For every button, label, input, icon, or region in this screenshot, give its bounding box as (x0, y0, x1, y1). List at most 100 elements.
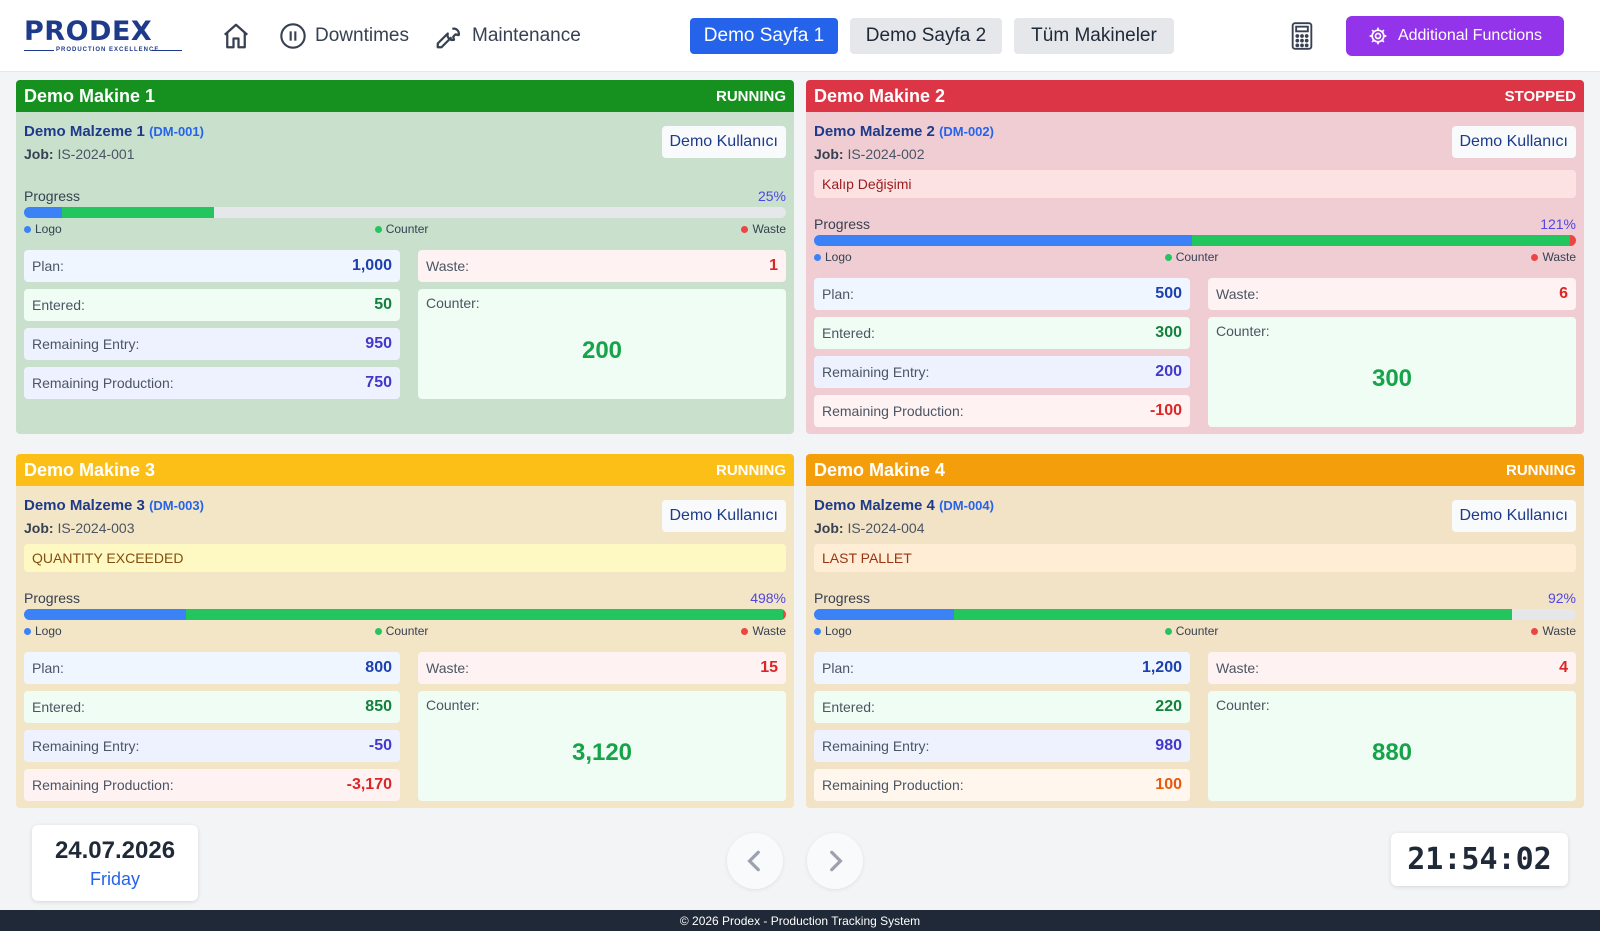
page-tab-2[interactable]: Demo Sayfa 2 (850, 18, 1002, 54)
remaining-entry-value: 200 (1155, 363, 1182, 380)
plan-value: 800 (365, 659, 392, 676)
legend-counter: Counter (374, 222, 428, 236)
machine-card[interactable]: Demo Makine 3 RUNNING Demo Malzeme 3 (DM… (16, 454, 794, 808)
waste-stat: Waste: 4 (1208, 652, 1576, 684)
job-line: Job: IS-2024-004 (814, 520, 925, 536)
current-weekday: Friday (89, 869, 140, 889)
machine-card[interactable]: Demo Makine 1 RUNNING Demo Malzeme 1 (DM… (16, 80, 794, 434)
remaining-entry-value: 980 (1155, 737, 1182, 754)
legend-counter: Counter (1164, 250, 1218, 264)
machine-alert: Kalıp Değişimi (814, 170, 1576, 198)
progress-section: Progress 25% Logo Counter Waste (24, 188, 786, 236)
progress-section: Progress 121% Logo Counter Waste (814, 216, 1576, 264)
top-navbar: PRODEX PRODUCTION EXCELLENCE Downtimes M… (0, 0, 1600, 72)
machine-header: Demo Makine 3 RUNNING (16, 454, 794, 486)
nav-maintenance-label: Maintenance (472, 25, 581, 46)
legend-counter: Counter (1164, 624, 1218, 638)
remaining-entry-stat: Remaining Entry: 980 (814, 730, 1190, 762)
operator-badge[interactable]: Demo Kullanıcı (1451, 126, 1576, 158)
legend-logo: Logo (24, 624, 62, 638)
plan-stat: Plan: 1,200 (814, 652, 1190, 684)
calculator-icon[interactable] (1290, 22, 1314, 50)
entered-stat: Entered: 220 (814, 691, 1190, 723)
machine-status: RUNNING (716, 87, 786, 105)
plan-value: 500 (1155, 285, 1182, 302)
operator-badge[interactable]: Demo Kullanıcı (661, 126, 786, 158)
machine-header: Demo Makine 2 STOPPED (806, 80, 1584, 112)
progress-percent: 92% (1547, 590, 1576, 606)
job-number: IS-2024-002 (847, 146, 925, 162)
additional-functions-button[interactable]: Additional Functions (1346, 16, 1564, 56)
logo-wordmark: PRODEX (24, 16, 153, 47)
waste-stat: Waste: 1 (418, 250, 786, 282)
waste-stat: Waste: 15 (418, 652, 786, 684)
machine-alert: QUANTITY EXCEEDED (24, 544, 786, 572)
machine-body: Demo Malzeme 2 (DM-002) Job: IS-2024-002… (814, 112, 1576, 434)
remaining-production-value: 100 (1155, 776, 1182, 793)
remaining-entry-stat: Remaining Entry: 950 (24, 328, 400, 360)
job-label: Job: (814, 146, 844, 162)
machine-name: Demo Makine 2 (814, 85, 946, 106)
remaining-entry-value: -50 (368, 737, 392, 754)
progress-counter-segment (1191, 235, 1570, 246)
progress-percent: 121% (1540, 216, 1576, 232)
remaining-production-value: 750 (365, 374, 392, 391)
waste-stat: Waste: 6 (1208, 278, 1576, 310)
entered-stat: Entered: 50 (24, 289, 400, 321)
progress-percent: 25% (757, 188, 786, 204)
material-title: Demo Malzeme 4 (DM-004) (814, 497, 994, 514)
machine-status: RUNNING (716, 461, 786, 479)
progress-label: Progress (814, 590, 871, 606)
page-tab-all-machines[interactable]: Tüm Makineler (1014, 18, 1174, 54)
operator-badge[interactable]: Demo Kullanıcı (1451, 500, 1576, 532)
machine-status: RUNNING (1506, 461, 1576, 479)
wrench-icon (436, 27, 460, 49)
entered-value: 220 (1155, 698, 1182, 715)
legend-waste: Waste (1531, 250, 1576, 264)
machine-body: Demo Malzeme 1 (DM-001) Job: IS-2024-001… (24, 112, 786, 434)
progress-bar (814, 609, 1576, 620)
progress-legend: Logo Counter Waste (24, 624, 786, 638)
machine-alert: LAST PALLET (814, 544, 1576, 572)
page-tab-1[interactable]: Demo Sayfa 1 (690, 18, 838, 54)
progress-logo-segment (24, 207, 63, 218)
counter-value: 200 (581, 337, 623, 364)
prodex-logo[interactable]: PRODEX PRODUCTION EXCELLENCE (24, 17, 189, 57)
material-name: Demo Malzeme 1 (24, 123, 145, 140)
progress-waste-segment (1569, 235, 1576, 246)
progress-bar (814, 235, 1576, 246)
material-code: (DM-002) (939, 124, 994, 139)
legend-logo: Logo (814, 624, 852, 638)
remaining-production-value: -100 (1149, 402, 1182, 419)
entered-value: 300 (1155, 324, 1182, 341)
home-icon[interactable] (221, 21, 251, 51)
machine-card[interactable]: Demo Makine 2 STOPPED Demo Malzeme 2 (DM… (806, 80, 1584, 434)
legend-logo: Logo (24, 222, 62, 236)
progress-legend: Logo Counter Waste (24, 222, 786, 236)
progress-logo-segment (814, 609, 954, 620)
progress-bar (24, 207, 786, 218)
machine-name: Demo Makine 3 (24, 459, 156, 480)
progress-legend: Logo Counter Waste (814, 250, 1576, 264)
job-label: Job: (814, 520, 844, 536)
progress-label: Progress (24, 590, 81, 606)
material-title: Demo Malzeme 1 (DM-001) (24, 123, 204, 140)
nav-maintenance[interactable]: Maintenance (434, 22, 581, 50)
counter-value: 3,120 (571, 739, 633, 766)
operator-badge[interactable]: Demo Kullanıcı (661, 500, 786, 532)
remaining-entry-value: 950 (365, 335, 392, 352)
footer: © 2026 Prodex - Production Tracking Syst… (0, 910, 1600, 931)
chevron-left-icon (747, 850, 760, 872)
machine-card[interactable]: Demo Makine 4 RUNNING Demo Malzeme 4 (DM… (806, 454, 1584, 808)
progress-bar (24, 609, 786, 620)
nav-downtimes[interactable]: Downtimes (279, 22, 409, 50)
counter-value: 880 (1371, 739, 1413, 766)
material-title: Demo Malzeme 3 (DM-003) (24, 497, 204, 514)
next-page-button[interactable] (807, 833, 863, 889)
progress-label: Progress (814, 216, 871, 232)
legend-waste: Waste (741, 222, 786, 236)
legend-waste: Waste (1531, 624, 1576, 638)
material-code: (DM-004) (939, 498, 994, 513)
prev-page-button[interactable] (727, 833, 783, 889)
counter-value: 300 (1371, 365, 1413, 392)
